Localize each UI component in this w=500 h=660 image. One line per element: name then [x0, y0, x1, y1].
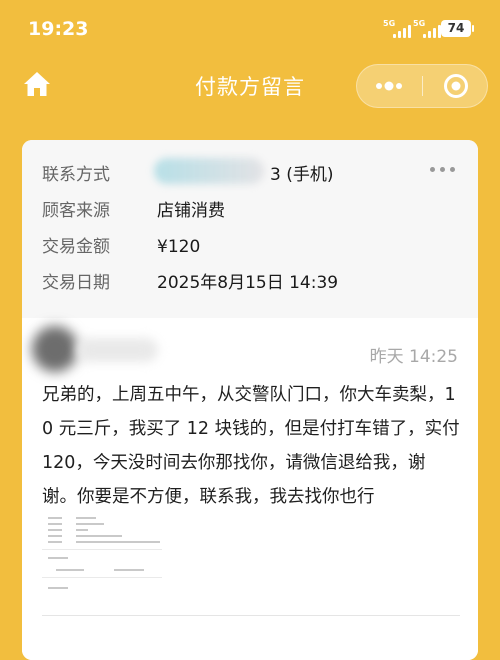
redacted-sender-name [76, 338, 158, 362]
signal-1-icon: 5G [383, 19, 417, 38]
date-value: 2025年8月15日 14:39 [157, 273, 339, 293]
status-bar: 19:23 5G 5G 74 [0, 0, 500, 58]
message-card: 联系方式 3 (手机) 顾客来源 店铺消费 交易金额 ¥120 交易日期 202… [22, 140, 478, 660]
amount-value: ¥120 [157, 237, 201, 257]
contact-value[interactable]: 3 (手机) [270, 163, 333, 187]
message-time: 昨天 14:25 [369, 347, 458, 367]
navigation-bar: 付款方留言 [0, 58, 500, 112]
contact-label: 联系方式 [42, 165, 110, 185]
battery-tip [472, 25, 474, 32]
source-value: 店铺消费 [157, 201, 225, 221]
signal-2-label: 5G [413, 19, 426, 28]
mini-program-capsule [356, 64, 488, 108]
more-dots-icon[interactable] [357, 65, 422, 107]
more-options-icon[interactable] [428, 162, 458, 176]
redacted-phone-number [154, 158, 264, 184]
message-text: 兄弟的，上周五中午，从交警队门口，你大车卖梨，10 元三斤，我买了 12 块钱的… [42, 385, 460, 507]
date-label: 交易日期 [42, 273, 110, 293]
payer-info-panel: 联系方式 3 (手机) 顾客来源 店铺消费 交易金额 ¥120 交易日期 202… [22, 140, 478, 318]
close-circle-icon[interactable] [423, 65, 487, 107]
source-label: 顾客来源 [42, 201, 110, 221]
battery-level: 74 [441, 20, 471, 37]
divider [42, 615, 460, 616]
message-section: 昨天 14:25 兄弟的，上周五中午，从交警队门口，你大车卖梨，10 元三斤，我… [22, 318, 478, 660]
attachment-screenshot-thumbnail[interactable] [42, 511, 162, 599]
status-time: 19:23 [28, 18, 89, 40]
signal-1-label: 5G [383, 19, 396, 28]
avatar [32, 326, 78, 372]
amount-label: 交易金额 [42, 237, 110, 257]
